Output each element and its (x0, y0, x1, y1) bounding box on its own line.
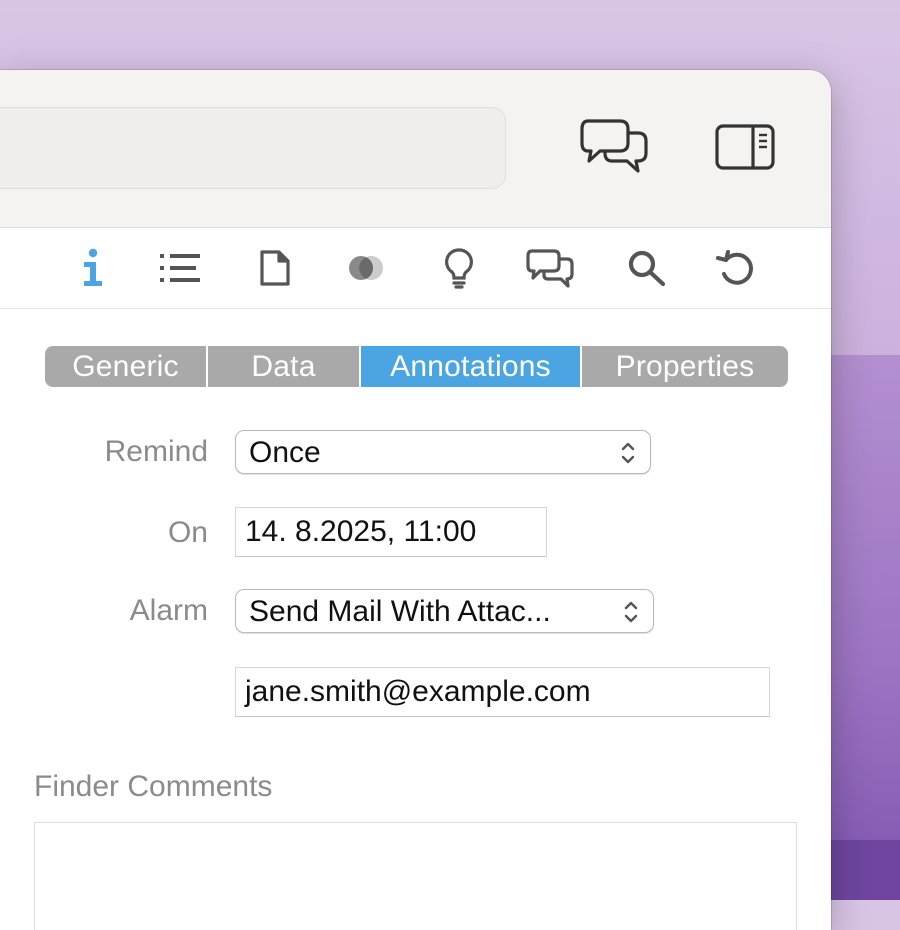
on-label: On (167, 516, 208, 549)
tab-data[interactable]: Data (208, 346, 361, 387)
chat-bubbles-icon[interactable] (525, 246, 575, 290)
tab-annotations[interactable]: Annotations (361, 346, 582, 387)
remind-label: Remind (104, 435, 208, 468)
alarm-popup[interactable]: Send Mail With Attac... (235, 589, 654, 633)
inspector-toolbar (0, 228, 831, 309)
lightbulb-icon[interactable] (434, 246, 484, 290)
window-toolbar (0, 70, 831, 228)
annotation-tabs: Generic Data Annotations Properties (45, 346, 788, 387)
info-icon[interactable] (68, 246, 118, 290)
alarm-value: Send Mail With Attac... (249, 595, 551, 628)
chevron-updown-icon (621, 442, 635, 464)
remind-popup[interactable]: Once (235, 430, 651, 474)
list-icon[interactable] (155, 246, 205, 290)
search-field[interactable] (0, 107, 506, 189)
tab-properties[interactable]: Properties (582, 346, 788, 387)
sidebar-toggle-icon[interactable] (713, 122, 777, 172)
document-icon[interactable] (250, 246, 300, 290)
search-icon[interactable] (622, 246, 672, 290)
app-window: Generic Data Annotations Properties Remi… (0, 70, 831, 930)
finder-comments-label: Finder Comments (34, 770, 273, 803)
chevron-updown-icon (624, 601, 638, 623)
finder-comments-field[interactable] (34, 822, 797, 930)
history-icon[interactable] (711, 246, 761, 290)
remind-value: Once (249, 436, 321, 469)
date-time-field[interactable]: 14. 8.2025, 11:00 (235, 507, 547, 557)
alarm-label: Alarm (129, 594, 208, 627)
overlap-circles-icon[interactable] (342, 246, 392, 290)
email-field[interactable]: jane.smith@example.com (235, 667, 770, 717)
tab-generic[interactable]: Generic (45, 346, 208, 387)
speech-bubbles-icon[interactable] (576, 115, 652, 177)
